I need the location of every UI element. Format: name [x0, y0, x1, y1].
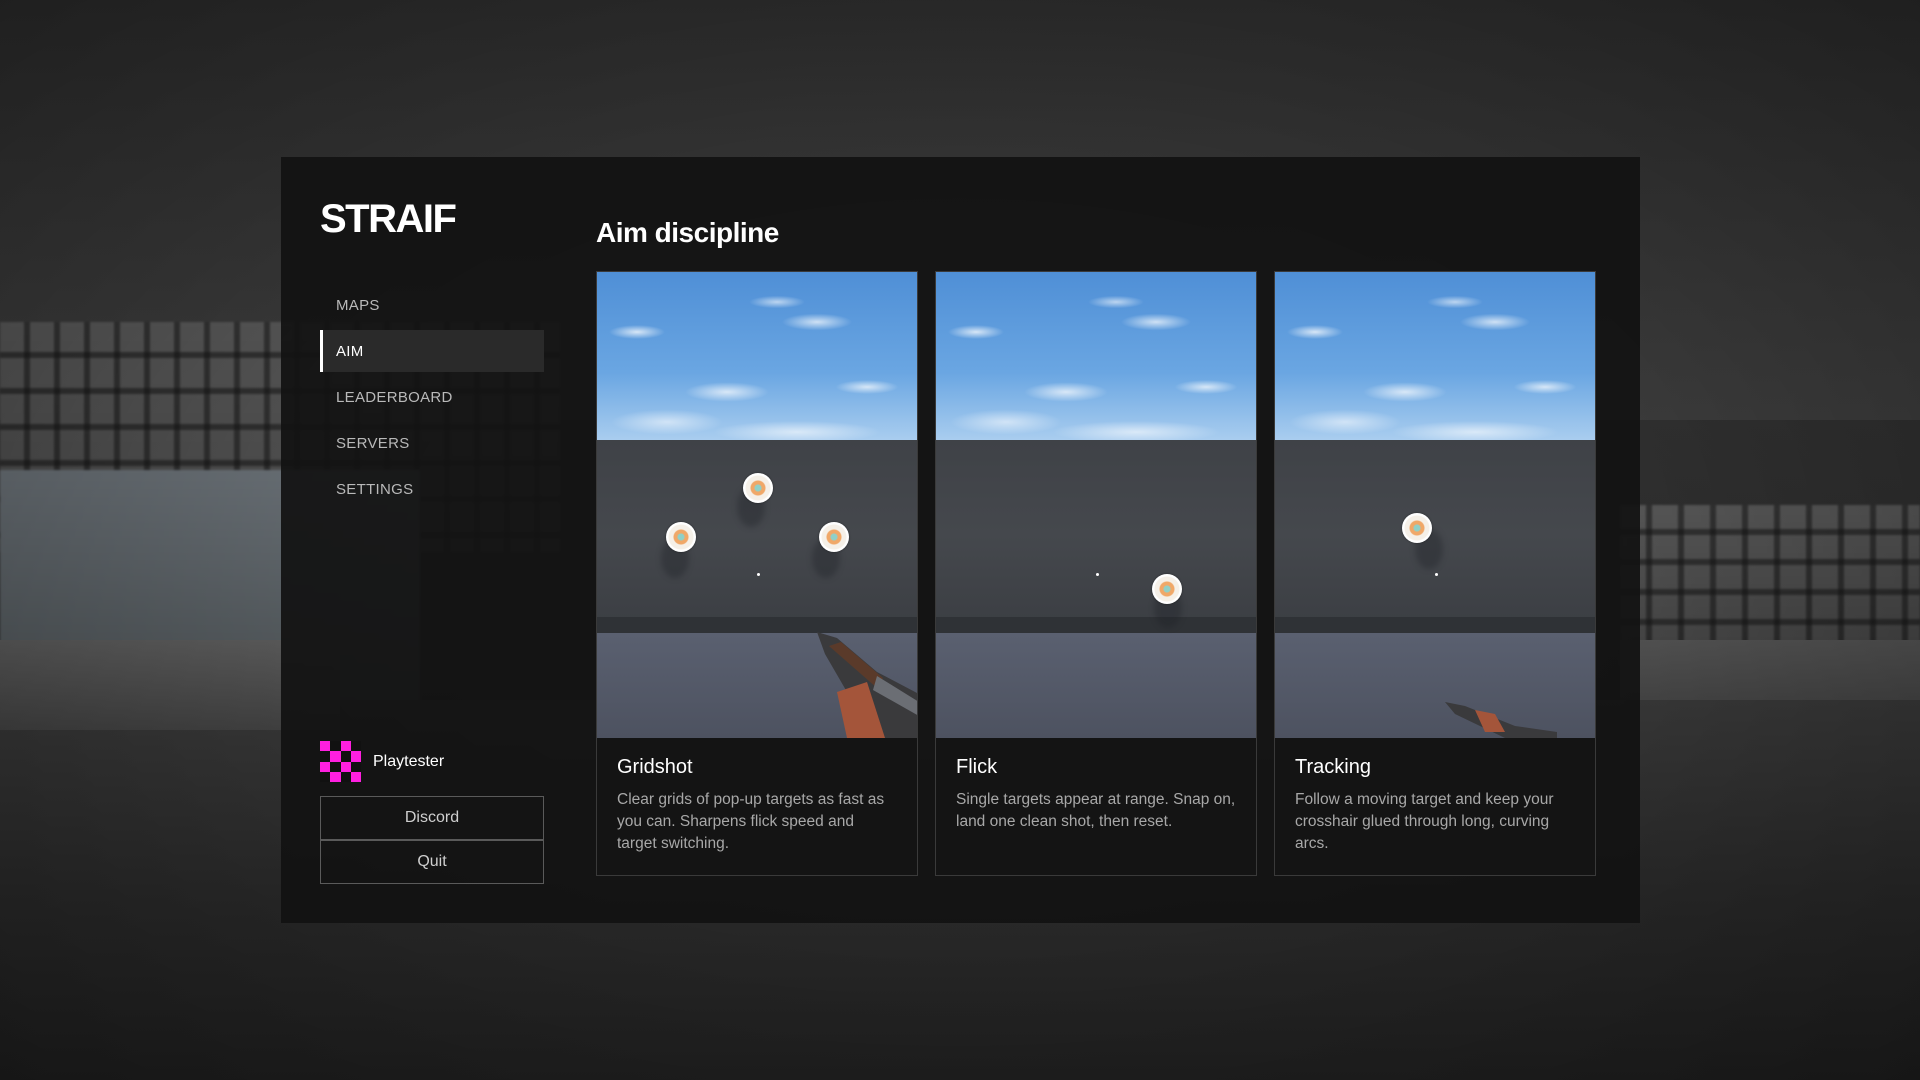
mode-description: Single targets appear at range. Snap on,…	[956, 791, 1236, 830]
target-icon	[743, 473, 773, 503]
nav-item-servers[interactable]: SERVERS	[320, 422, 544, 464]
mode-preview-image	[597, 272, 917, 738]
mode-card-gridshot[interactable]: Gridshot Clear grids of pop-up targets a…	[596, 271, 918, 876]
nav-item-leaderboard[interactable]: LEADERBOARD	[320, 376, 544, 418]
user-name: Playtester	[373, 752, 445, 770]
nav-item-settings[interactable]: SETTINGS	[320, 468, 544, 510]
nav-item-aim[interactable]: AIM	[320, 330, 544, 372]
nav-item-label: LEADERBOARD	[336, 388, 453, 406]
nav-item-maps[interactable]: MAPS	[320, 284, 544, 326]
mode-card-tracking[interactable]: Tracking Follow a moving target and keep…	[1274, 271, 1596, 876]
discord-button[interactable]: Discord	[320, 796, 544, 840]
mode-title: Flick	[956, 756, 998, 778]
mode-cards: Gridshot Clear grids of pop-up targets a…	[596, 271, 1596, 876]
nav-item-label: SETTINGS	[336, 480, 414, 498]
rifle-icon	[817, 632, 917, 738]
rifle-icon	[1445, 702, 1557, 738]
crosshair-icon	[1096, 573, 1099, 576]
crosshair-icon	[757, 573, 760, 576]
target-icon	[1402, 513, 1432, 543]
crosshair-icon	[1435, 573, 1438, 576]
mode-preview-image	[936, 272, 1256, 738]
quit-button[interactable]: Quit	[320, 840, 544, 884]
target-icon	[666, 522, 696, 552]
game-logo: STRAIF	[320, 197, 457, 241]
mode-preview-image	[1275, 272, 1595, 738]
mode-card-flick[interactable]: Flick Single targets appear at range. Sn…	[935, 271, 1257, 876]
mode-description: Clear grids of pop-up targets as fast as…	[617, 791, 885, 852]
mode-title: Gridshot	[617, 756, 693, 778]
user-profile[interactable]: Playtester	[320, 741, 444, 782]
target-icon	[819, 522, 849, 552]
mode-title: Tracking	[1295, 756, 1371, 778]
checker-avatar-icon	[320, 741, 361, 782]
nav-item-label: SERVERS	[336, 434, 410, 452]
sidebar-nav: MAPS AIM LEADERBOARD SERVERS SETTINGS	[320, 284, 544, 514]
target-icon	[1152, 574, 1182, 604]
mode-description: Follow a moving target and keep your cro…	[1295, 791, 1554, 852]
nav-item-label: MAPS	[336, 296, 380, 314]
main-menu-panel: STRAIF MAPS AIM LEADERBOARD SERVERS SETT…	[281, 157, 1640, 923]
page-title: Aim discipline	[596, 217, 779, 248]
nav-item-label: AIM	[336, 342, 364, 360]
